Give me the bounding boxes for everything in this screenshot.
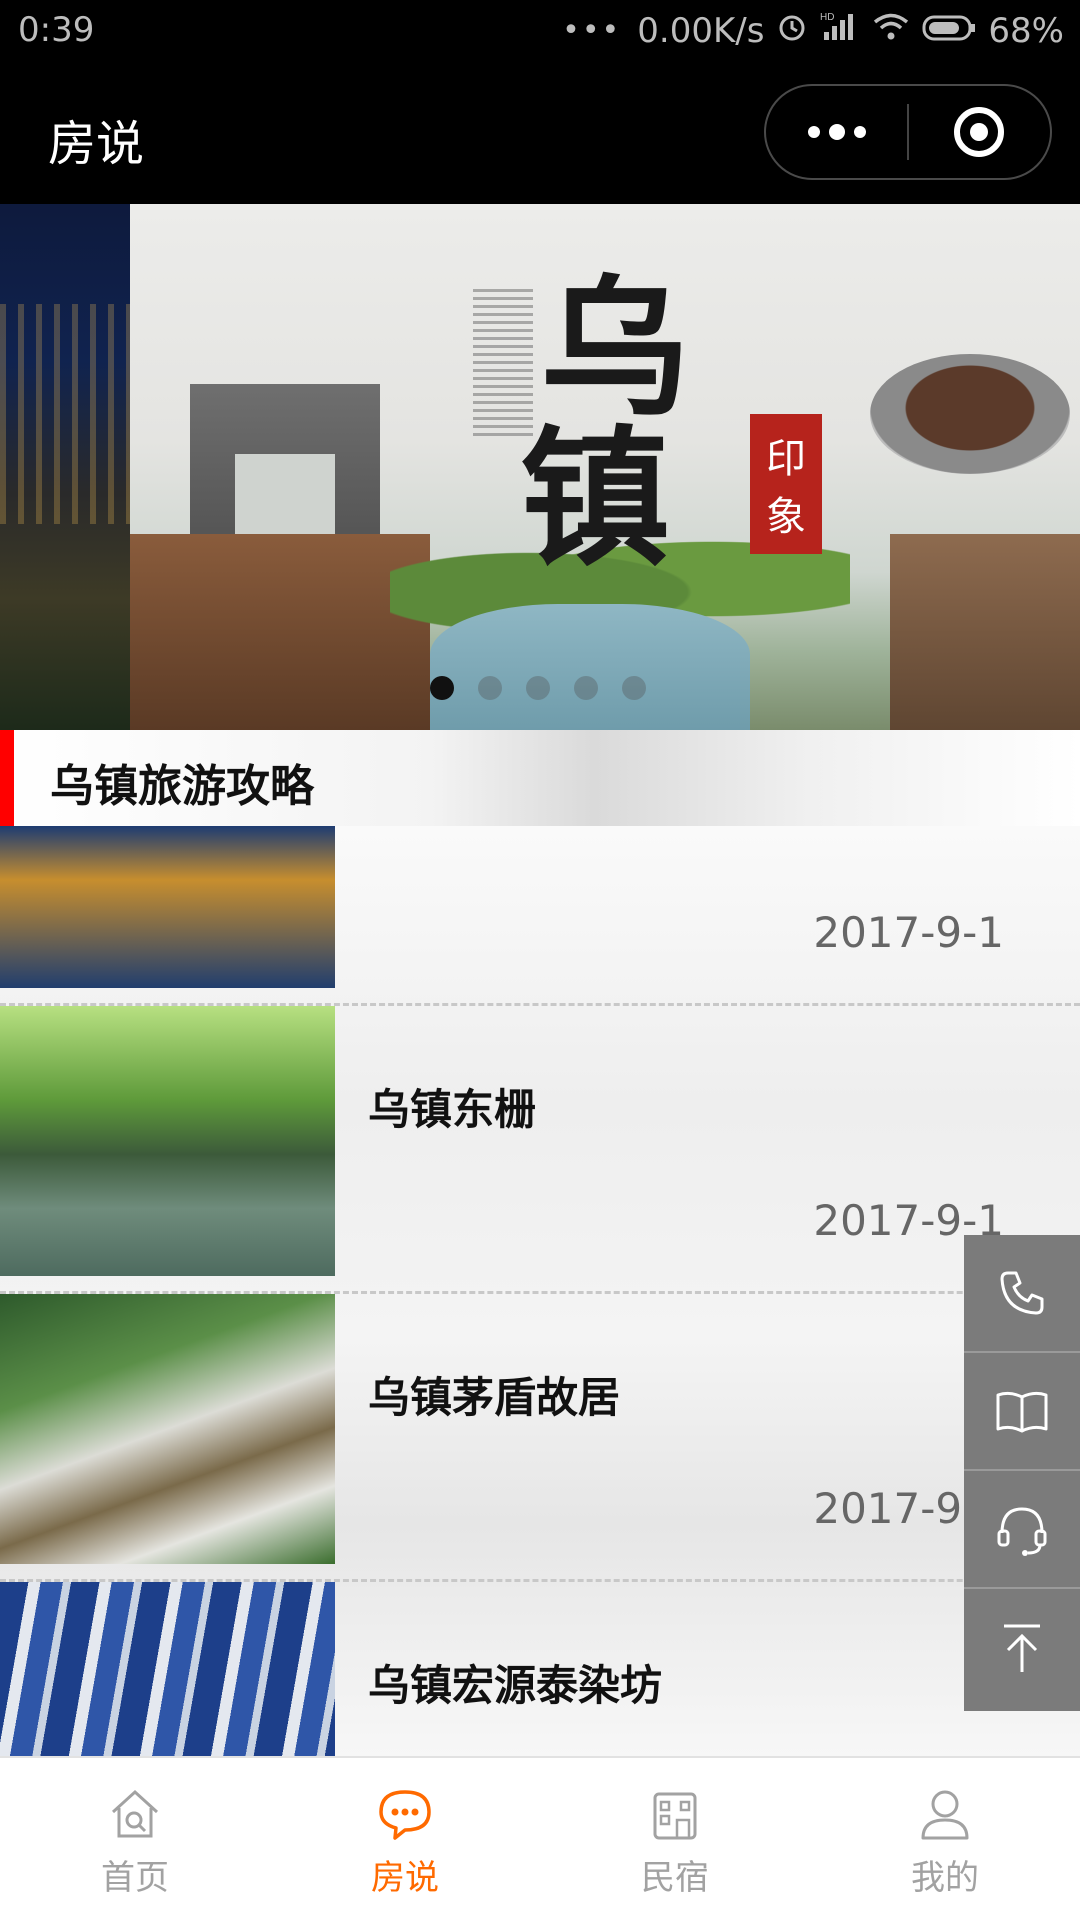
banner-calligraphy: 乌 镇 xyxy=(520,274,690,574)
call-button[interactable] xyxy=(964,1235,1080,1353)
headset-icon xyxy=(997,1507,1047,1556)
list-item[interactable]: 乌镇东栅 2017-9-1 xyxy=(0,1006,1080,1294)
more-notifications-icon: ••• xyxy=(562,13,622,48)
article-title: 乌镇东栅 xyxy=(368,1085,537,1134)
carousel-dot[interactable] xyxy=(430,676,454,700)
article-thumbnail xyxy=(0,1294,335,1564)
banner-prev-slide-image xyxy=(0,204,130,730)
phone-icon xyxy=(1000,1271,1044,1315)
alarm-icon xyxy=(776,10,808,51)
status-bar: 0:39 ••• 0.00K/s HD 68% xyxy=(0,0,1080,62)
banner-carousel[interactable]: 乌 镇 印 象 xyxy=(0,204,1080,730)
tab-label: 民宿 xyxy=(641,1858,709,1898)
tab-label: 我的 xyxy=(911,1858,979,1898)
article-title: 乌镇宏源泰染坊 xyxy=(368,1661,663,1710)
carousel-dot[interactable] xyxy=(574,676,598,700)
status-time: 0:39 xyxy=(18,10,95,50)
more-dots-icon xyxy=(807,124,866,140)
houses-illustration-left xyxy=(130,534,430,730)
house-icon xyxy=(111,1789,159,1838)
article-list[interactable]: 2017-9-1 乌镇东栅 2017-9-1 乌镇茅盾故居 2017-9-1 乌… xyxy=(0,826,1080,1756)
banner-slide-image: 乌 镇 印 象 xyxy=(130,204,1080,730)
arrow-up-icon xyxy=(1004,1624,1040,1672)
close-mini-program-button[interactable] xyxy=(909,86,1050,178)
section-header: 乌镇旅游攻略 xyxy=(0,730,1080,826)
canal-illustration xyxy=(430,604,750,730)
article-thumbnail xyxy=(0,1582,335,1756)
section-title: 乌镇旅游攻略 xyxy=(50,761,314,812)
status-right: ••• 0.00K/s HD 68% xyxy=(562,10,1064,51)
tab-mine[interactable]: 我的 xyxy=(810,1758,1080,1920)
floating-toolbar xyxy=(964,1235,1080,1711)
calligraphy-char-2: 镇 xyxy=(520,411,671,587)
network-type-label: HD xyxy=(820,12,834,23)
carousel-dot[interactable] xyxy=(622,676,646,700)
network-speed: 0.00K/s xyxy=(637,10,765,51)
chat-bubble-icon xyxy=(379,1790,431,1840)
booklet-button[interactable] xyxy=(964,1353,1080,1471)
book-icon xyxy=(996,1391,1048,1433)
red-seal-stamp: 印 象 xyxy=(750,414,822,554)
seal-char-2: 象 xyxy=(766,494,806,540)
carousel-dot[interactable] xyxy=(478,676,502,700)
article-thumbnail xyxy=(0,826,335,988)
battery-percent: 68% xyxy=(988,10,1064,51)
list-item[interactable]: 2017-9-1 xyxy=(0,826,1080,1006)
signal-icon: HD xyxy=(820,10,860,51)
tab-home[interactable]: 首页 xyxy=(0,1758,270,1920)
article-title: 乌镇茅盾故居 xyxy=(368,1373,621,1422)
tab-fangshuo[interactable]: 房说 xyxy=(270,1758,540,1920)
wifi-icon xyxy=(872,11,910,51)
carousel-indicator xyxy=(430,676,646,700)
mini-program-capsule xyxy=(764,84,1052,180)
target-circle-icon xyxy=(954,107,1005,157)
tab-homestay[interactable]: 民宿 xyxy=(540,1758,810,1920)
night-lights-decoration xyxy=(0,304,130,524)
stone-bowl-illustration xyxy=(870,354,1070,474)
battery-icon xyxy=(922,11,976,51)
back-to-top-button[interactable] xyxy=(964,1589,1080,1707)
tab-label: 房说 xyxy=(371,1858,439,1898)
carousel-dot[interactable] xyxy=(526,676,550,700)
houses-illustration-right xyxy=(890,534,1080,730)
seal-char-1: 印 xyxy=(766,436,806,482)
user-icon xyxy=(921,1790,969,1840)
navigation-bar: 房说 xyxy=(0,62,1080,204)
article-thumbnail xyxy=(0,1006,335,1276)
tab-label: 首页 xyxy=(101,1858,169,1898)
customer-service-button[interactable] xyxy=(964,1471,1080,1589)
list-item[interactable]: 乌镇茅盾故居 2017-9-1 xyxy=(0,1294,1080,1582)
building-icon xyxy=(653,1792,697,1840)
section-marker xyxy=(0,730,14,826)
article-date: 2017-9-1 xyxy=(813,908,1004,957)
list-item[interactable]: 乌镇宏源泰染坊 2017-9-1 xyxy=(0,1582,1080,1756)
more-button[interactable] xyxy=(766,86,907,178)
page-title: 房说 xyxy=(48,116,145,172)
bottom-tab-bar: 首页 房说 民宿 我的 xyxy=(0,1756,1080,1920)
